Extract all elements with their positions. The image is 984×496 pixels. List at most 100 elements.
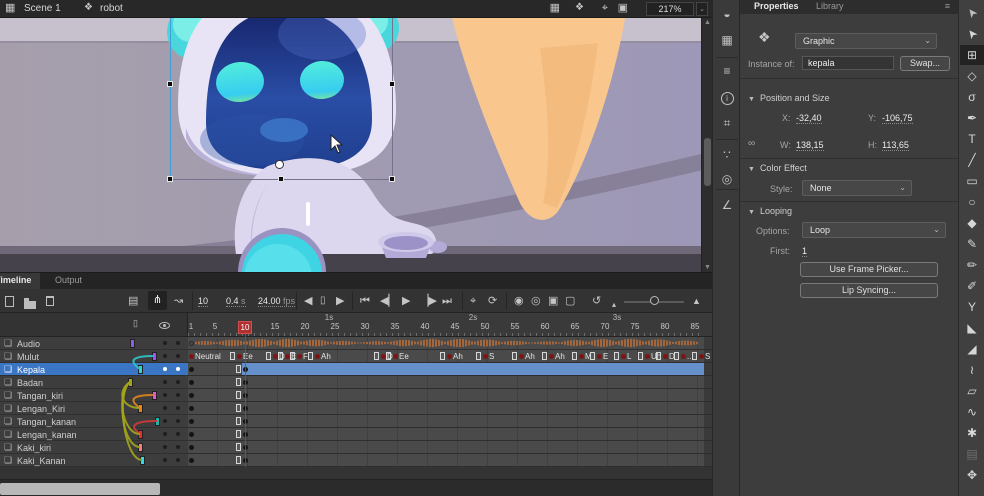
- paint-brush-tool[interactable]: ✐: [960, 276, 984, 296]
- selected-frame-span[interactable]: [242, 363, 704, 375]
- layer-visibility-dot[interactable]: [163, 432, 167, 436]
- frame-end-marker[interactable]: [290, 352, 295, 360]
- camera-tool[interactable]: ▤: [960, 444, 984, 464]
- modify-markers-icon[interactable]: ▢: [565, 293, 575, 309]
- keyframe-dot[interactable]: [189, 393, 194, 398]
- layer-row-tangan_kiri[interactable]: ❏Tangan_kiri: [0, 389, 188, 402]
- scroll-down-icon[interactable]: ▼: [702, 264, 712, 271]
- visibility-column-eye-icon[interactable]: [159, 322, 170, 329]
- keyframe-dot[interactable]: [393, 354, 398, 359]
- go-to-last-frame-icon[interactable]: ⏭: [442, 293, 452, 309]
- layer-visibility-dot[interactable]: [163, 380, 167, 384]
- frame-end-marker[interactable]: [590, 352, 595, 360]
- frame-end-marker[interactable]: [572, 352, 577, 360]
- tab-timeline[interactable]: Timeline: [0, 273, 40, 289]
- frame-end-marker[interactable]: [230, 352, 235, 360]
- selection-handle-bottom-left[interactable]: [167, 176, 173, 182]
- oval-tool[interactable]: ○: [960, 192, 984, 212]
- scroll-thumb[interactable]: [0, 483, 160, 495]
- graph-view-icon[interactable]: ↝: [174, 293, 183, 309]
- align-panel-icon[interactable]: ≡: [713, 64, 741, 78]
- frame-row-tangan_kiri[interactable]: [188, 389, 712, 402]
- step-back-icon[interactable]: ◀▏: [380, 293, 397, 309]
- lip-syncing-button[interactable]: Lip Syncing...: [800, 283, 938, 298]
- use-frame-picker-button[interactable]: Use Frame Picker...: [800, 262, 938, 277]
- frame-row-badan[interactable]: [188, 376, 712, 389]
- clip-content-icon[interactable]: ▣: [618, 3, 628, 14]
- loop-playback-icon[interactable]: ⟳: [488, 293, 497, 309]
- hand-tool[interactable]: ✥: [960, 465, 984, 485]
- y-value[interactable]: -106,75: [882, 113, 913, 124]
- layer-lock-dot[interactable]: [176, 458, 180, 462]
- transform-point[interactable]: [275, 160, 284, 169]
- onion-marker-back-icon[interactable]: ◀: [304, 293, 312, 309]
- color-panel-icon[interactable]: ◒: [713, 7, 741, 21]
- frame-row-audio[interactable]: [188, 337, 712, 350]
- layer-lock-dot[interactable]: [176, 354, 180, 358]
- polystar-tool[interactable]: ◆: [960, 213, 984, 233]
- eraser-tool[interactable]: ▱: [960, 381, 984, 401]
- zoom-dropdown-chevron-icon[interactable]: ⌄: [696, 2, 708, 16]
- selection-handle-bottom-center[interactable]: [278, 176, 284, 182]
- keyframe-dot[interactable]: [189, 445, 194, 450]
- frame-end-marker[interactable]: [512, 352, 517, 360]
- layer-lock-dot[interactable]: [176, 380, 180, 384]
- panel-menu-icon[interactable]: ≡: [945, 1, 950, 11]
- frame-end-marker[interactable]: [614, 352, 619, 360]
- classic-brush-tool[interactable]: ✏: [960, 255, 984, 275]
- layer-lock-dot[interactable]: [176, 341, 180, 345]
- center-playhead-icon[interactable]: ⌖: [470, 293, 476, 309]
- timeline-horizontal-scrollbar[interactable]: [0, 479, 712, 496]
- edit-symbols-icon[interactable]: ❖: [575, 3, 584, 13]
- motion-editor-panel-icon[interactable]: ∠: [713, 198, 741, 212]
- frame-row-kaki_kiri[interactable]: [188, 441, 712, 454]
- delete-layer-icon[interactable]: [46, 295, 54, 311]
- frame-end-marker[interactable]: [236, 365, 241, 373]
- frame-end-marker[interactable]: [656, 352, 661, 360]
- x-value[interactable]: -32,40: [796, 113, 822, 124]
- frame-end-marker[interactable]: [308, 352, 313, 360]
- current-frame-field[interactable]: 10: [198, 296, 208, 307]
- keyframe-dot[interactable]: [579, 354, 584, 359]
- scroll-thumb[interactable]: [704, 138, 711, 186]
- frame-end-marker[interactable]: [236, 404, 241, 412]
- zoom-in-frames-icon[interactable]: ▲: [692, 293, 701, 309]
- keyframe-dot[interactable]: [699, 354, 704, 359]
- layer-visibility-dot[interactable]: [163, 406, 167, 410]
- layer-parent-swatch[interactable]: [152, 391, 157, 400]
- subselection-tool[interactable]: ➤: [960, 24, 984, 44]
- layer-row-kepala[interactable]: ❏Kepala: [0, 363, 188, 376]
- layer-parent-swatch[interactable]: [130, 339, 135, 348]
- frame-row-kaki_kanan[interactable]: [188, 454, 712, 467]
- section-position-size[interactable]: ▼Position and Size: [748, 93, 829, 103]
- frame-row-tangan_kanan[interactable]: [188, 415, 712, 428]
- keyframe-dot[interactable]: [519, 354, 524, 359]
- layer-parent-swatch[interactable]: [140, 456, 145, 465]
- layer-visibility-dot[interactable]: [163, 393, 167, 397]
- symbol-breadcrumb[interactable]: robot: [100, 3, 123, 14]
- frame-end-marker[interactable]: [692, 352, 697, 360]
- layer-parent-swatch[interactable]: [128, 378, 133, 387]
- tab-library[interactable]: Library: [816, 1, 844, 11]
- keyframe-dot[interactable]: [189, 432, 194, 437]
- info-panel-icon[interactable]: i: [713, 90, 741, 105]
- selection-handle-right[interactable]: [389, 81, 395, 87]
- layer-row-tangan_kanan[interactable]: ❏Tangan_kanan: [0, 415, 188, 428]
- edit-multiple-frames-icon[interactable]: ▣: [548, 293, 558, 309]
- brush-library-panel-icon[interactable]: ∵: [713, 148, 741, 162]
- h-value[interactable]: 113,65: [882, 140, 909, 151]
- onion-skin-icon[interactable]: ◉: [514, 293, 524, 309]
- width-tool[interactable]: ∿: [960, 402, 984, 422]
- frame-end-marker[interactable]: [674, 352, 679, 360]
- zoom-level-input[interactable]: 217%: [646, 2, 694, 16]
- onion-skin-outlines-icon[interactable]: ◎: [531, 293, 541, 309]
- elapsed-time-field[interactable]: 0.4 s: [226, 296, 246, 307]
- pencil-tool[interactable]: ✎: [960, 234, 984, 254]
- keyframe-dot[interactable]: [189, 380, 194, 385]
- frame-row-lengan_kanan[interactable]: [188, 428, 712, 441]
- swap-button[interactable]: Swap...: [900, 56, 950, 71]
- keyframe-dot[interactable]: [237, 354, 242, 359]
- frame-end-marker[interactable]: [236, 391, 241, 399]
- style-dropdown[interactable]: None ⌄: [802, 180, 912, 196]
- stage-vertical-scrollbar[interactable]: ▲ ▼: [701, 18, 712, 272]
